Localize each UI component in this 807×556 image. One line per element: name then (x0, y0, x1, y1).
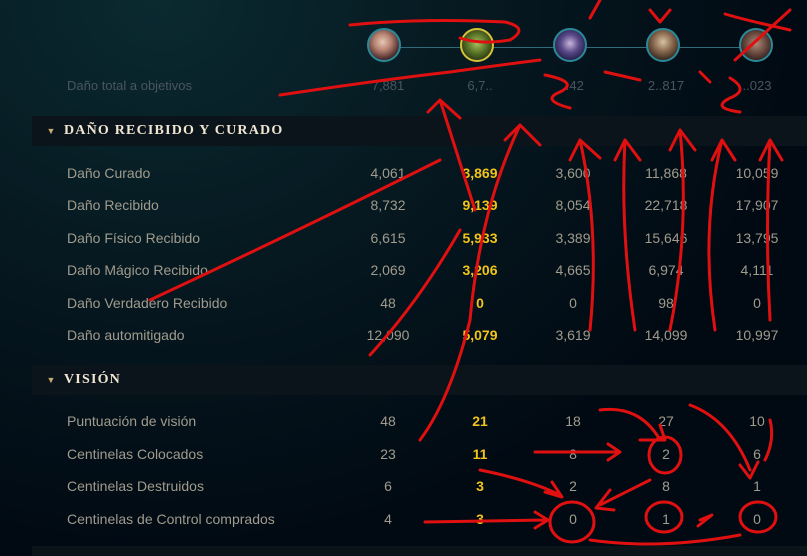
stat-value: 10 (749, 413, 765, 429)
table-row: Daño Mágico Recibido 2,069 3,206 4,665 6… (0, 260, 807, 282)
section-header-damage-taken[interactable]: ▼ DAÑO RECIBIDO Y CURADO (32, 116, 807, 146)
row-label: Daño automitigado (67, 327, 185, 343)
stat-value: 2 (569, 478, 577, 494)
faded-row-label: Daño total a objetivos (67, 78, 193, 93)
table-row: Daño Recibido 8,732 9,139 8,054 22,718 1… (0, 195, 807, 217)
stat-value: 98 (658, 295, 674, 311)
row-label: Centinelas Colocados (67, 446, 204, 462)
row-label: Daño Mágico Recibido (67, 262, 208, 278)
caret-down-icon: ▼ (46, 126, 56, 136)
stat-value: 4,665 (555, 262, 591, 278)
stat-value: 8 (662, 478, 670, 494)
stat-value: 3,869 (462, 165, 498, 181)
faded-stat-row: Daño total a objetivos 7,881 6,7.. ..42 … (0, 78, 807, 98)
stat-value: 8 (569, 446, 577, 462)
stat-value: 3 (476, 478, 484, 494)
champion-avatar-1[interactable] (367, 28, 401, 62)
stat-value: 12,090 (366, 327, 410, 343)
stat-value: 0 (476, 295, 484, 311)
stat-value: 2 (662, 446, 670, 462)
stat-value: 6 (384, 478, 392, 494)
stat-value: 3,206 (462, 262, 498, 278)
section-title: VISIÓN (64, 372, 121, 387)
section-header-vision[interactable]: ▼ VISIÓN (32, 365, 807, 395)
table-row: Centinelas Destruidos 6 3 2 8 1 (0, 476, 807, 498)
faded-row-value: ..42 (562, 78, 584, 93)
row-label: Puntuación de visión (67, 413, 197, 429)
row-label: Daño Recibido (67, 197, 159, 213)
table-row: Daño Curado 4,061 3,869 3,600 11,868 10,… (0, 163, 807, 185)
stat-value: 48 (380, 295, 396, 311)
stat-value: 14,099 (644, 327, 688, 343)
table-row: Puntuación de visión 48 21 18 27 10 (0, 411, 807, 433)
champion-header (0, 20, 807, 76)
row-label: Daño Físico Recibido (67, 230, 201, 246)
stat-value: 4 (384, 511, 392, 527)
stat-value: 6 (753, 446, 761, 462)
stat-value: 0 (569, 511, 577, 527)
stat-value: 2,069 (370, 262, 406, 278)
stat-value: 18 (565, 413, 581, 429)
stat-value: 6,615 (370, 230, 406, 246)
stat-value: 8,732 (370, 197, 406, 213)
stat-value: 10,059 (735, 165, 779, 181)
faded-row-value: 2..817 (647, 78, 685, 93)
caret-down-icon: ▼ (46, 375, 56, 385)
stat-value: 5,933 (462, 230, 498, 246)
stat-value: 4,111 (740, 262, 774, 278)
stat-value: 3,600 (555, 165, 591, 181)
stat-value: 4,061 (370, 165, 406, 181)
stat-value: 3 (476, 511, 484, 527)
stat-value: 23 (380, 446, 396, 462)
stat-value: 11 (472, 446, 488, 462)
champion-avatar-5[interactable] (739, 28, 773, 62)
stat-value: 0 (753, 295, 761, 311)
stat-value: 6,974 (648, 262, 684, 278)
stat-value: 15,646 (644, 230, 688, 246)
stat-value: 48 (380, 413, 396, 429)
stat-value: 17,907 (735, 197, 779, 213)
section-title: DAÑO RECIBIDO Y CURADO (64, 123, 284, 138)
faded-row-value: 6,7.. (467, 78, 493, 93)
stat-value: 5,079 (462, 327, 498, 343)
table-row: Daño automitigado 12,090 5,079 3,619 14,… (0, 325, 807, 347)
stat-value: 10,997 (735, 327, 779, 343)
stat-value: 13,795 (735, 230, 779, 246)
table-row: Daño Físico Recibido 6,615 5,933 3,389 1… (0, 228, 807, 250)
champion-avatar-4[interactable] (646, 28, 680, 62)
row-label: Centinelas Destruidos (67, 478, 204, 494)
stat-value: 3,389 (555, 230, 591, 246)
champion-avatar-3[interactable] (553, 28, 587, 62)
stat-value: 1 (753, 478, 761, 494)
faded-row-value: ..023 (742, 78, 772, 93)
stat-value: 9,139 (462, 197, 498, 213)
stat-value: 11,868 (645, 165, 687, 181)
row-label: Centinelas de Control comprados (67, 511, 275, 527)
table-row: Centinelas de Control comprados 4 3 0 1 … (0, 509, 807, 531)
stat-value: 22,718 (644, 197, 688, 213)
row-label: Daño Curado (67, 165, 151, 181)
stat-value: 3,619 (555, 327, 591, 343)
stat-value: 0 (569, 295, 577, 311)
row-label: Daño Verdadero Recibido (67, 295, 228, 311)
table-row: Centinelas Colocados 23 11 8 2 6 (0, 444, 807, 466)
stats-panel: Daño total a objetivos 7,881 6,7.. ..42 … (0, 0, 807, 556)
faded-row-value: 7,881 (371, 78, 405, 93)
stat-value: 27 (658, 413, 674, 429)
stat-value: 1 (662, 511, 670, 527)
next-section-header[interactable] (32, 546, 807, 556)
stat-value: 8,054 (555, 197, 591, 213)
table-row: Daño Verdadero Recibido 48 0 0 98 0 (0, 293, 807, 315)
stat-value: 21 (472, 413, 488, 429)
champion-avatar-2[interactable] (460, 28, 494, 62)
stat-value: 0 (753, 511, 761, 527)
